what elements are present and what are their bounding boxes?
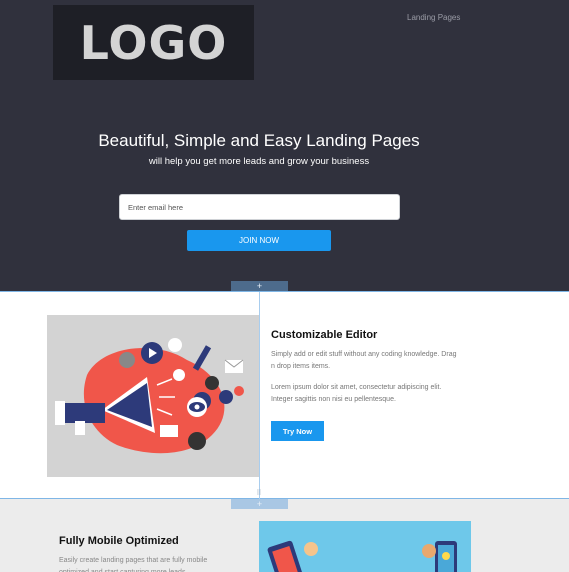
email-input[interactable] (119, 194, 400, 220)
megaphone-illustration (47, 315, 259, 477)
feature-section-editor: Customizable Editor Simply add or edit s… (0, 291, 569, 500)
section-paragraph: Lorem ipsum dolor sit amet, consectetur … (271, 384, 442, 403)
mobile-illustration (259, 521, 471, 572)
drag-handle-icon[interactable]: ⠿ (254, 490, 264, 498)
section-paragraph: Simply add or edit stuff without any cod… (271, 351, 457, 370)
nav-link-landing-pages[interactable]: Landing Pages (407, 13, 460, 22)
section-paragraph: Easily create landing pages that are ful… (59, 557, 208, 572)
join-now-button[interactable]: JOIN NOW (187, 230, 331, 251)
section-title: Customizable Editor (271, 329, 378, 341)
try-now-button[interactable]: Try Now (271, 421, 324, 441)
column-divider (259, 292, 260, 500)
hero-section: Beautiful, Simple and Easy Landing Pages… (0, 86, 569, 291)
feature-section-mobile: Fully Mobile Optimized Easily create lan… (0, 499, 569, 572)
add-section-button[interactable]: + (231, 499, 288, 509)
section-title: Fully Mobile Optimized (59, 535, 179, 547)
site-header: LOGO Landing Pages (0, 0, 569, 86)
add-section-button[interactable]: + (231, 281, 288, 291)
logo[interactable]: LOGO (53, 5, 254, 80)
logo-text: LOGO (79, 15, 228, 70)
hero-title: Beautiful, Simple and Easy Landing Pages (98, 131, 420, 150)
hero-subtitle: will help you get more leads and grow yo… (148, 156, 370, 167)
